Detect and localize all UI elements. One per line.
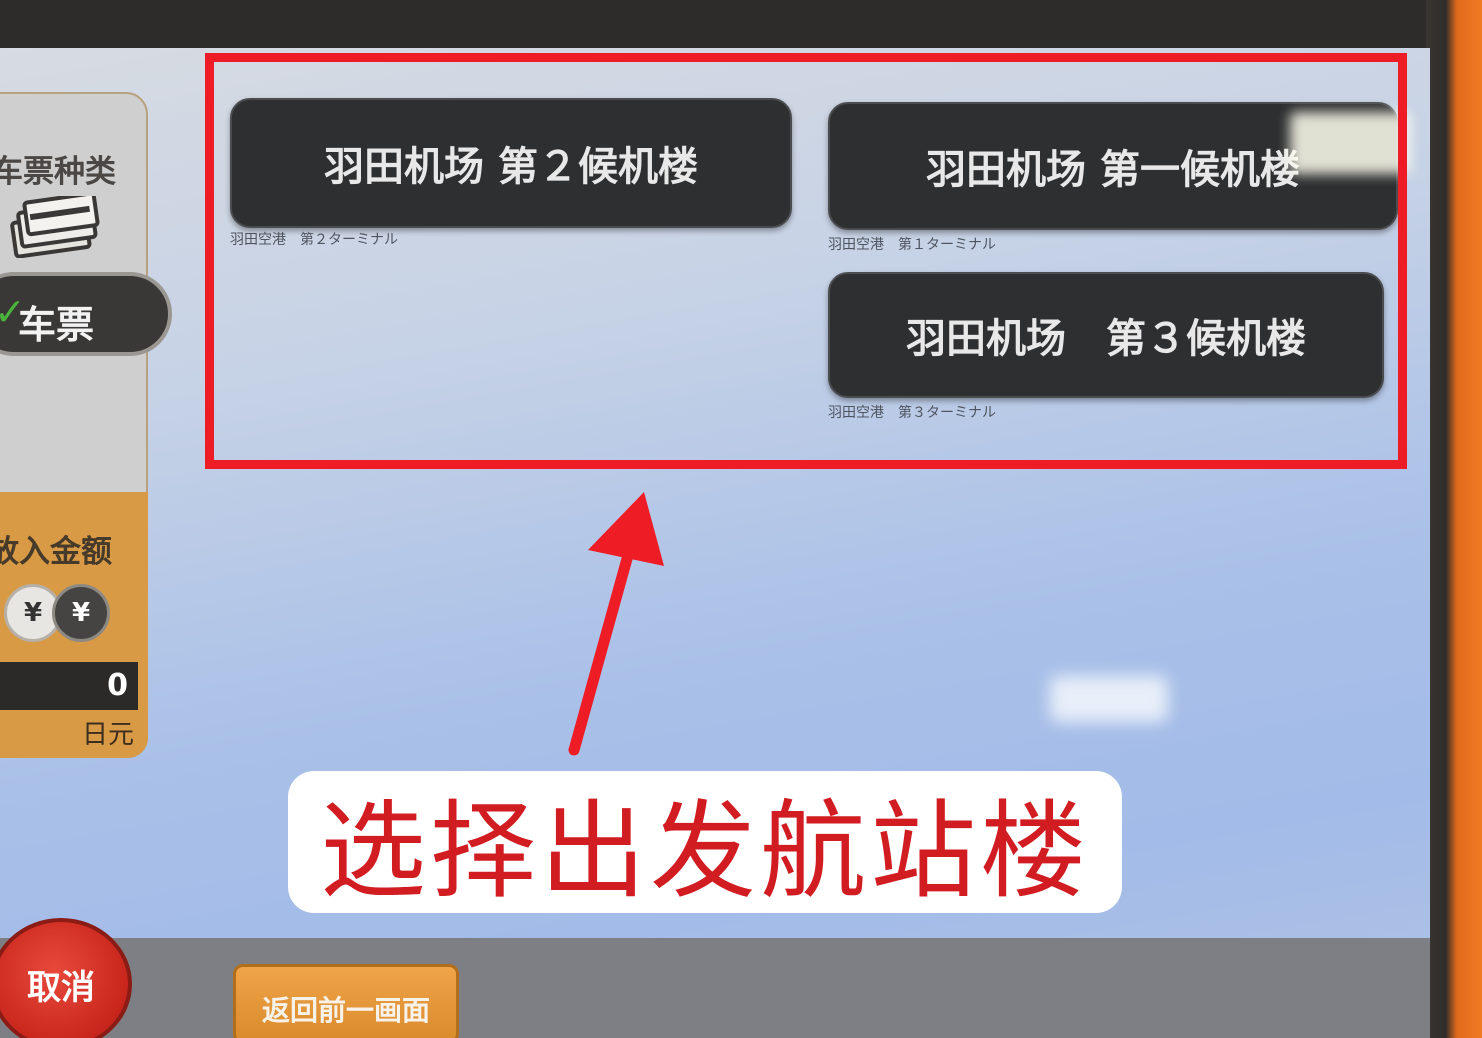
tickets-icon [10, 196, 100, 258]
machine-right-edge [1426, 0, 1482, 1038]
screen-glare [1050, 676, 1168, 722]
inserted-amount-title: 放入金额 [0, 534, 112, 570]
caption-text: 选择出发航站楼 [320, 790, 1090, 913]
sidebar-panel: 车票种类 ✓ 车票 放入金额 ¥ ¥ 0 日元 [0, 92, 172, 758]
instruction-caption: 选择出发航站楼 [288, 771, 1122, 913]
amount-display: 0 [0, 662, 138, 710]
currency-label: 日元 [82, 720, 135, 750]
back-button[interactable]: 返回前一画面 [233, 964, 459, 1038]
yen-coin-dark-icon: ¥ [52, 584, 110, 642]
ticket-button[interactable]: ✓ 车票 [0, 272, 172, 356]
bottom-bar [0, 938, 1430, 1038]
ticket-button-label: 车票 [18, 303, 95, 347]
highlight-box [205, 53, 1407, 469]
machine-top-bezel [0, 0, 1482, 52]
ticket-type-title: 车票种类 [0, 154, 116, 190]
arrow-up-icon [568, 492, 664, 756]
